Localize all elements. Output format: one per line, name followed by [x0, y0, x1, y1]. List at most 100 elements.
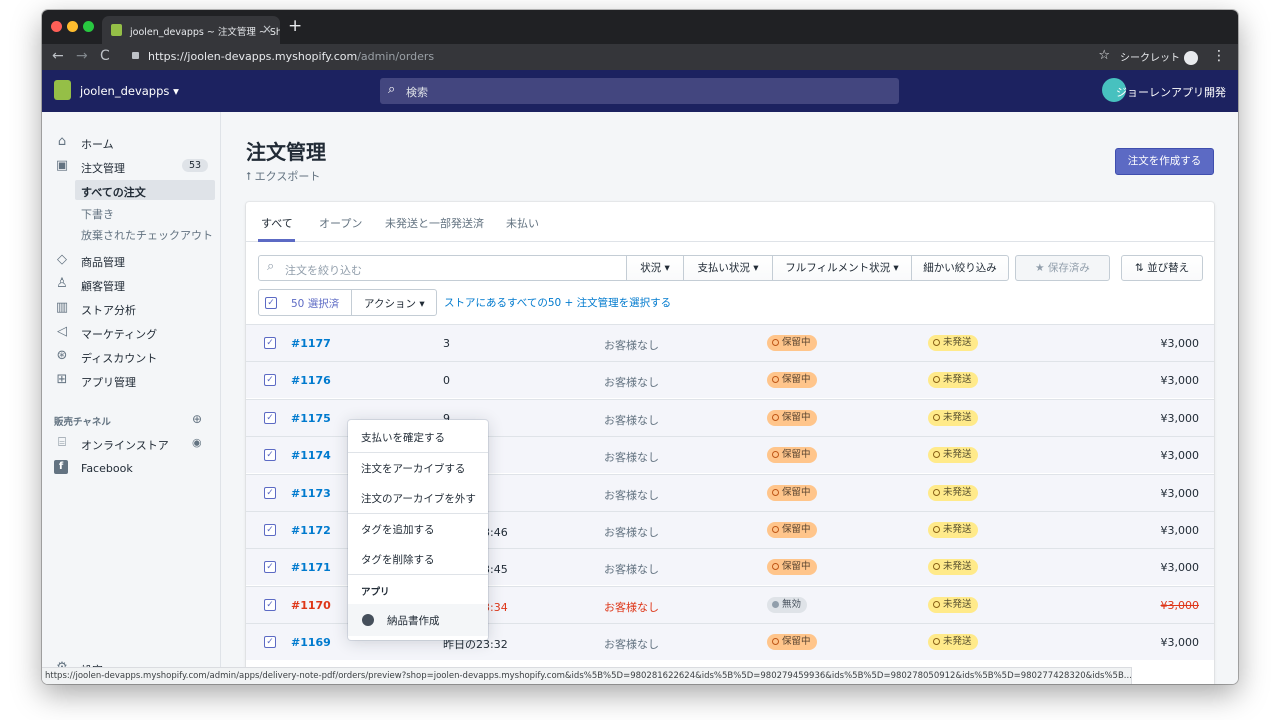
address-bar[interactable]: https://joolen-devapps.myshopify.com/adm…	[148, 50, 434, 63]
apps-icon: ⊞	[56, 372, 68, 387]
select-all-orders-link[interactable]: ストアにあるすべての50 + 注文管理を選択する	[444, 295, 671, 310]
sidebar-item-online-store[interactable]: ⌸ オンラインストア ◉	[42, 433, 221, 455]
menu-item-remove-tags[interactable]: タグを削除する	[348, 544, 488, 574]
row-checkbox[interactable]: ✓	[264, 636, 276, 649]
order-number-link[interactable]: #1172	[291, 524, 331, 537]
status-dot-icon	[772, 376, 779, 384]
menu-item-archive[interactable]: 注文をアーカイブする	[348, 453, 488, 483]
maximize-window-button[interactable]	[83, 21, 94, 32]
menu-item-add-tags[interactable]: タグを追加する	[348, 514, 488, 544]
payment-status-text: 保留中	[782, 561, 811, 573]
tab-unfulfilled[interactable]: 未発送と一部発送済	[385, 215, 484, 231]
order-total: ¥3,000	[1160, 598, 1200, 612]
fulfillment-status-text: 未発送	[943, 486, 972, 498]
select-all-checkbox-button[interactable]: ✓ 50 選択済	[258, 289, 352, 316]
orders-icon: ▣	[55, 158, 69, 173]
bookmark-star-icon[interactable]: ☆	[1098, 48, 1110, 63]
sidebar-item-products[interactable]: ◇ 商品管理	[42, 250, 221, 272]
tab-close-icon[interactable]: ×	[262, 22, 272, 36]
order-filter-input[interactable]: ⌕ 注文を絞り込む	[258, 255, 627, 281]
order-number-link[interactable]: #1173	[291, 487, 331, 500]
order-number-link[interactable]: #1170	[291, 599, 331, 612]
table-row[interactable]: ✓ #1177 3 お客様なし 保留中 未発送 ¥3,000	[246, 324, 1214, 361]
order-customer: お客様なし	[604, 488, 659, 502]
fulfillment-status-text: 未発送	[943, 561, 972, 573]
more-filters-button[interactable]: 細かい絞り込み	[911, 255, 1009, 281]
sort-button[interactable]: ⇅ 並び替え	[1121, 255, 1203, 281]
row-checkbox[interactable]: ✓	[264, 561, 276, 574]
fulfillment-status-badge: 未発送	[928, 335, 978, 351]
row-checkbox[interactable]: ✓	[264, 374, 276, 387]
tab-open[interactable]: オープン	[319, 215, 362, 231]
order-number-link[interactable]: #1169	[291, 636, 331, 649]
row-checkbox[interactable]: ✓	[264, 486, 276, 499]
status-dot-icon	[772, 600, 779, 608]
create-order-button[interactable]: 注文を作成する	[1115, 148, 1214, 175]
sidebar-item-orders[interactable]: ▣ 注文管理 53	[42, 156, 221, 178]
sidebar-item-analytics[interactable]: ▥ ストア分析	[42, 298, 221, 320]
order-number-link[interactable]: #1174	[291, 449, 331, 462]
back-icon[interactable]: ←	[52, 48, 64, 64]
sidebar-subitem-abandoned-checkouts[interactable]: 放棄されたチェックアウト	[75, 223, 215, 243]
browser-menu-icon[interactable]: ⋮	[1212, 48, 1226, 64]
fulfillment-filter-button[interactable]: フルフィルメント状況 ▾	[772, 255, 912, 281]
status-dot-icon	[772, 451, 779, 459]
sidebar-item-apps[interactable]: ⊞ アプリ管理	[42, 370, 221, 392]
user-name[interactable]: ジョーレンアプリ開発	[1116, 84, 1226, 100]
fulfillment-status-text: 未発送	[943, 449, 972, 461]
sidebar-subitem-all-orders[interactable]: すべての注文	[75, 180, 215, 200]
row-checkbox[interactable]: ✓	[264, 411, 276, 424]
actions-dropdown-button[interactable]: アクション ▾	[351, 289, 437, 316]
row-checkbox[interactable]: ✓	[264, 449, 276, 462]
order-customer: お客様なし	[604, 376, 659, 390]
menu-item-capture-payment[interactable]: 支払いを確定する	[348, 422, 488, 452]
minimize-window-button[interactable]	[67, 21, 78, 32]
incognito-indicator[interactable]: シークレット	[1120, 49, 1198, 65]
order-number-link[interactable]: #1177	[291, 337, 331, 350]
facebook-icon: f	[54, 460, 68, 474]
payment-status-badge: 保留中	[767, 559, 817, 576]
menu-item-delivery-note[interactable]: 納品書作成	[348, 604, 488, 636]
payment-filter-button[interactable]: 支払い状況 ▾	[683, 255, 773, 281]
status-filter-button[interactable]: 状況 ▾	[626, 255, 684, 281]
sidebar-item-marketing[interactable]: ◁ マーケティング	[42, 322, 221, 344]
apps-heading: アプリ	[361, 587, 390, 598]
tab-all[interactable]: すべて	[261, 215, 293, 231]
sidebar-item-facebook[interactable]: f Facebook	[42, 458, 221, 480]
fulfillment-status-badge: 未発送	[928, 559, 978, 576]
close-window-button[interactable]	[51, 21, 62, 32]
order-number-link[interactable]: #1176	[291, 374, 331, 387]
menu-item-unarchive[interactable]: 注文のアーカイブを外す	[348, 483, 488, 513]
store-name: joolen_devapps	[80, 84, 170, 98]
order-total: ¥3,000	[1160, 337, 1200, 350]
sidebar-item-label: 商品管理	[81, 256, 125, 269]
browser-tab[interactable]: joolen_devapps ~ 注文管理 ~ Sh ×	[102, 16, 280, 44]
search-input[interactable]: ⌕ 検索	[380, 78, 899, 104]
actions-label: アクション	[364, 298, 416, 310]
eye-icon[interactable]: ◉	[192, 436, 202, 449]
sidebar-item-customers[interactable]: ♙ 顧客管理	[42, 274, 221, 296]
reload-icon[interactable]: C	[100, 48, 110, 64]
filter-tabs: すべて オープン 未発送と一部発送済 未払い	[246, 202, 1214, 242]
row-checkbox[interactable]: ✓	[264, 598, 276, 611]
order-customer: お客様なし	[604, 563, 659, 577]
row-checkbox[interactable]: ✓	[264, 337, 276, 349]
fulfillment-status-text: 未発送	[943, 524, 972, 535]
status-dot-icon	[933, 339, 940, 346]
sidebar-subitem-drafts[interactable]: 下書き	[75, 202, 215, 222]
forward-icon[interactable]: →	[76, 48, 88, 64]
sidebar-item-home[interactable]: ⌂ ホーム	[42, 132, 221, 154]
sort-label: 並び替え	[1147, 262, 1190, 274]
export-button[interactable]: ⭡ エクスポート	[246, 168, 320, 184]
add-channel-icon[interactable]: ⊕	[192, 412, 202, 426]
search-icon: ⌕	[388, 82, 396, 97]
row-checkbox[interactable]: ✓	[264, 524, 276, 536]
sidebar-item-discounts[interactable]: ⊛ ディスカウント	[42, 346, 221, 368]
order-number-link[interactable]: #1171	[291, 561, 331, 574]
tab-unpaid[interactable]: 未払い	[506, 215, 539, 231]
payment-filter-label: 支払い状況	[697, 262, 750, 274]
table-row[interactable]: ✓ #1176 0 お客様なし 保留中 未発送 ¥3,000	[246, 361, 1214, 399]
store-switcher[interactable]: joolen_devapps ▾	[80, 84, 179, 98]
new-tab-button[interactable]: +	[288, 16, 302, 36]
order-number-link[interactable]: #1175	[291, 412, 331, 425]
